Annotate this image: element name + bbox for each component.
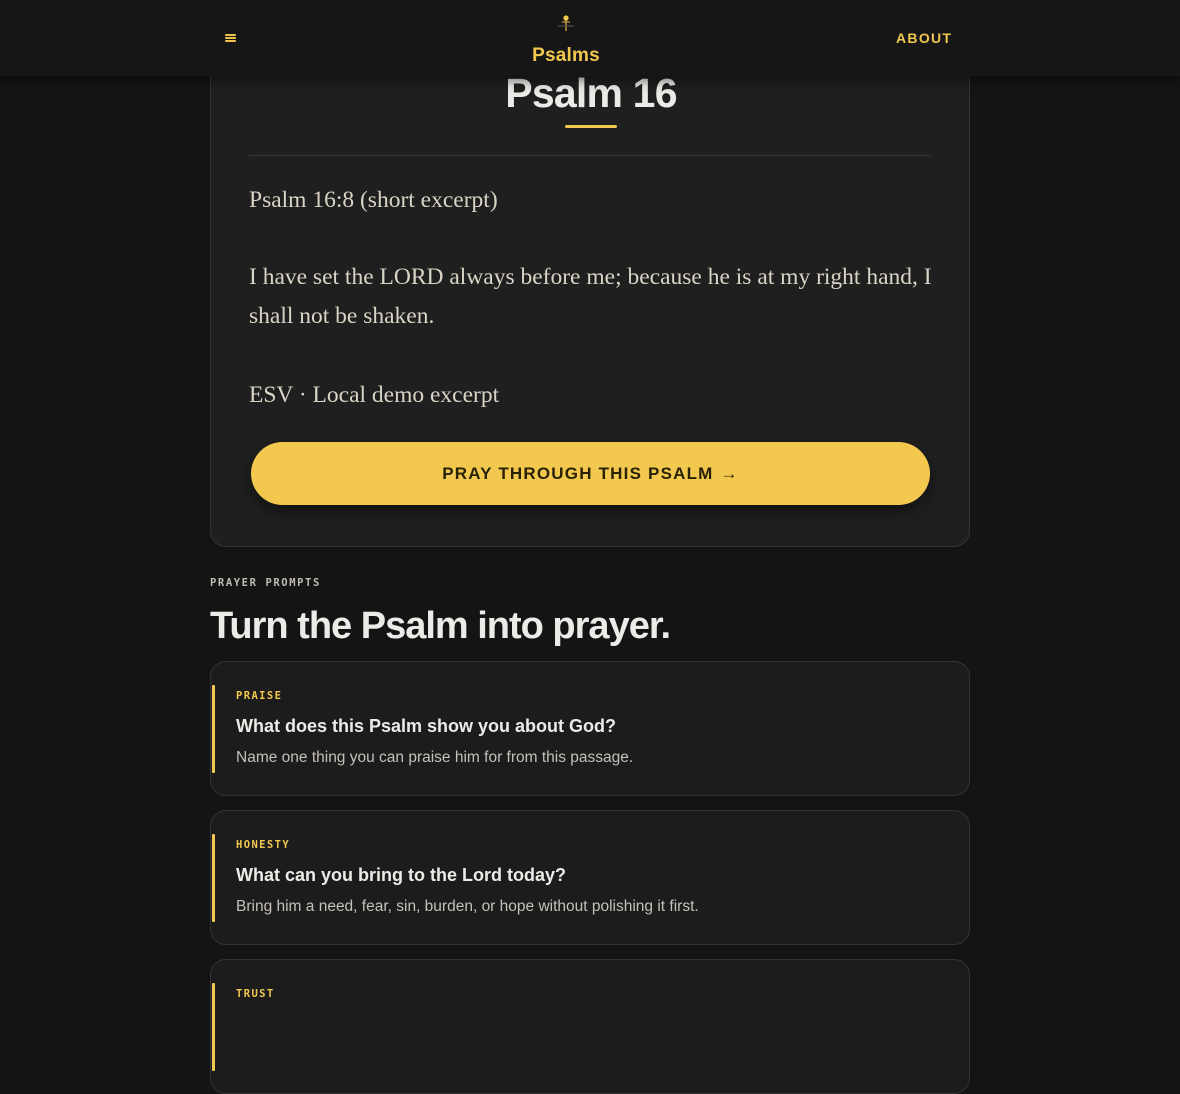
accent-bar — [212, 983, 215, 1071]
prompt-card-trust[interactable]: TRUST — [210, 959, 970, 1094]
about-link[interactable]: ABOUT — [896, 30, 952, 46]
prompt-question: What can you bring to the Lord today? — [236, 865, 566, 885]
top-navigation-bar: Psalms ABOUT — [0, 0, 1180, 76]
prompt-tag: PRAISE — [236, 690, 283, 702]
prompt-description: Name one thing you can praise him for fr… — [236, 749, 634, 766]
verse-source: ESV · Local demo excerpt — [249, 382, 500, 408]
section-heading: Turn the Psalm into prayer. — [210, 605, 671, 647]
title-underline — [565, 125, 617, 128]
verse-reference: Psalm 16:8 (short excerpt) — [249, 187, 498, 213]
brand[interactable]: Psalms — [490, 12, 642, 67]
hamburger-menu-icon[interactable] — [224, 33, 238, 44]
menu-line — [225, 37, 236, 39]
verse-text: I have set the LORD always before me; be… — [249, 264, 932, 329]
prompt-tag: TRUST — [236, 988, 275, 1000]
prompt-question: What does this Psalm show you about God? — [236, 716, 617, 736]
prompt-description: Bring him a need, fear, sin, burden, or … — [236, 898, 699, 915]
psalm-title: Psalm 16 — [505, 70, 677, 116]
arrow-right-icon: → — [720, 463, 739, 483]
pray-through-psalm-button[interactable]: PRAY THROUGH THIS PSALM → — [251, 442, 930, 505]
menu-line — [225, 34, 236, 36]
prompt-card-honesty[interactable]: HONESTY What can you bring to the Lord t… — [210, 810, 970, 945]
psalm-card: Psalm 16 Psalm 16:8 (short excerpt) I ha… — [210, 8, 970, 547]
section-eyebrow: PRAYER PROMPTS — [210, 577, 321, 589]
cross-sunrise-logo-icon — [558, 15, 574, 31]
brand-title: Psalms — [532, 45, 600, 66]
pray-button-label: PRAY THROUGH THIS PSALM — [442, 463, 714, 483]
accent-bar — [212, 685, 215, 773]
prompt-card-praise[interactable]: PRAISE What does this Psalm show you abo… — [210, 661, 970, 796]
accent-bar — [212, 834, 215, 922]
divider — [249, 155, 931, 156]
menu-line — [225, 40, 236, 42]
prompt-tag: HONESTY — [236, 839, 291, 851]
